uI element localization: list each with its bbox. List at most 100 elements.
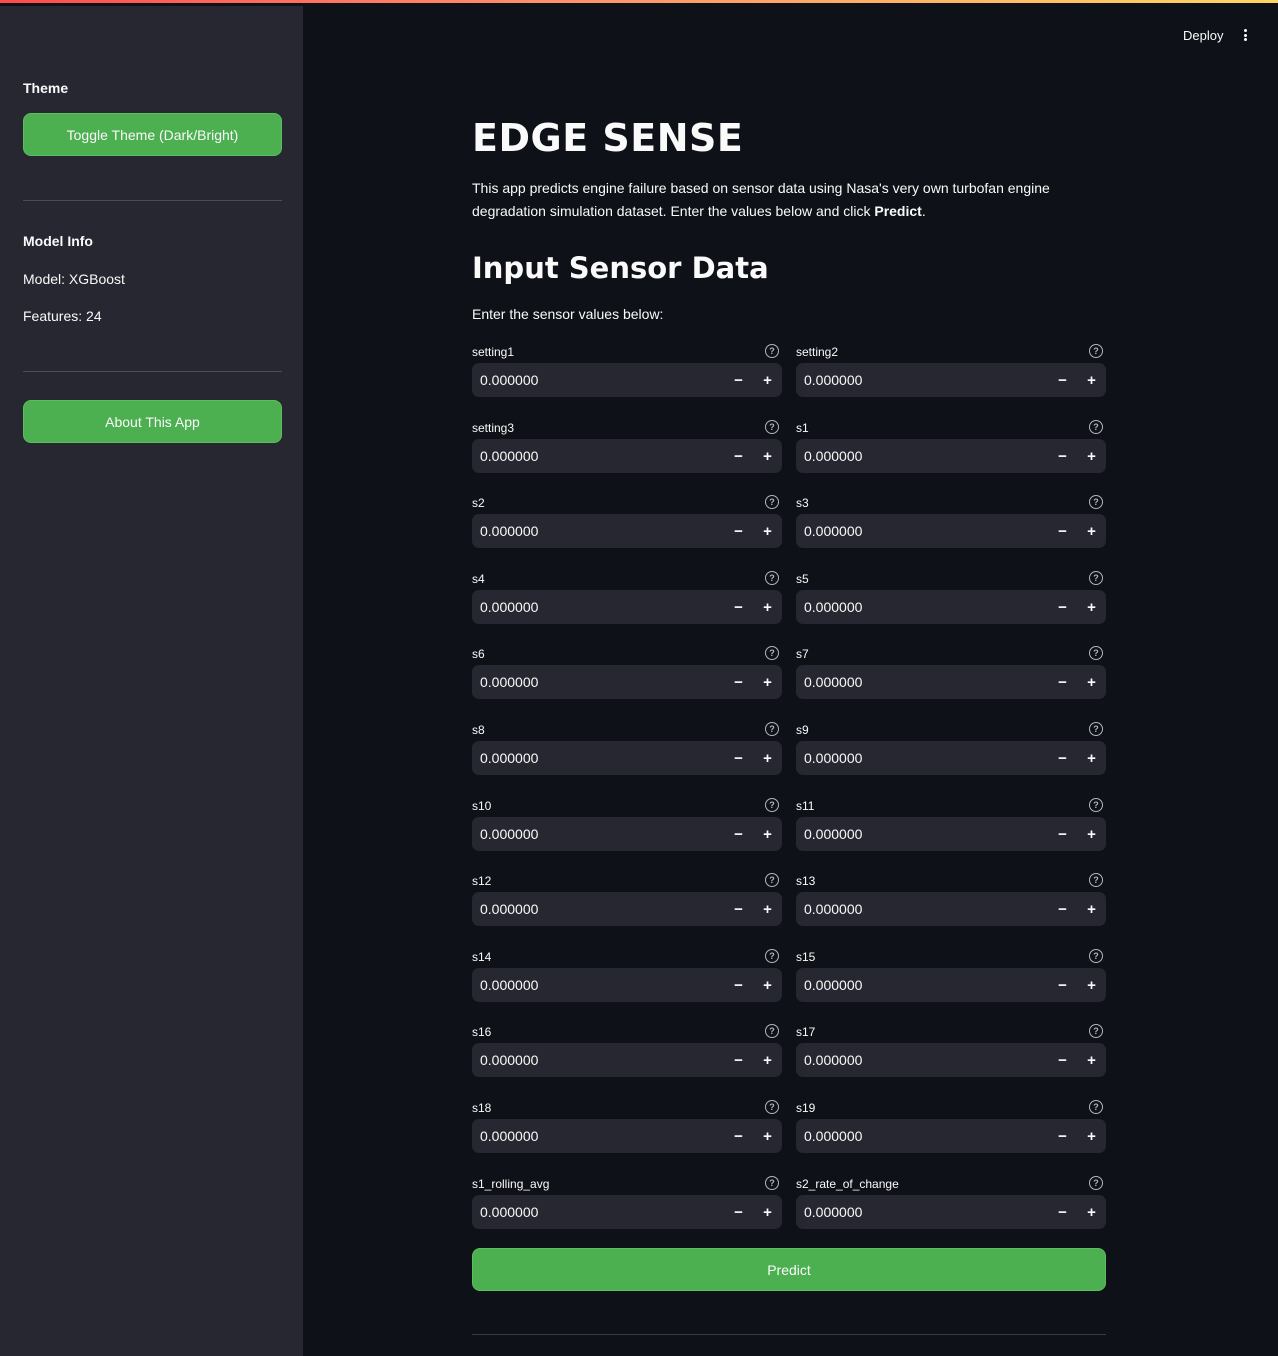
increment-button[interactable]: + (753, 968, 782, 1002)
help-icon[interactable]: ? (765, 1176, 779, 1190)
increment-button[interactable]: + (1077, 892, 1106, 926)
increment-button[interactable]: + (1077, 817, 1106, 851)
increment-button[interactable]: + (753, 665, 782, 699)
decrement-button[interactable]: − (1048, 514, 1077, 548)
decrement-button[interactable]: − (724, 817, 753, 851)
toggle-theme-button[interactable]: Toggle Theme (Dark/Bright) (23, 113, 282, 156)
number-input-value[interactable] (796, 1128, 1048, 1144)
number-input-value[interactable] (472, 1128, 724, 1144)
help-icon[interactable]: ? (765, 495, 779, 509)
decrement-button[interactable]: − (1048, 968, 1077, 1002)
number-input-value[interactable] (796, 448, 1048, 464)
decrement-button[interactable]: − (724, 1119, 753, 1153)
increment-button[interactable]: + (753, 514, 782, 548)
increment-button[interactable]: + (1077, 439, 1106, 473)
increment-button[interactable]: + (1077, 665, 1106, 699)
help-icon[interactable]: ? (765, 949, 779, 963)
help-icon[interactable]: ? (765, 1024, 779, 1038)
help-icon[interactable]: ? (1089, 873, 1103, 887)
number-input-value[interactable] (796, 1204, 1048, 1220)
decrement-button[interactable]: − (1048, 817, 1077, 851)
decrement-button[interactable]: − (724, 1195, 753, 1229)
increment-button[interactable]: + (753, 1119, 782, 1153)
number-input-value[interactable] (796, 523, 1048, 539)
number-input-value[interactable] (472, 523, 724, 539)
help-icon[interactable]: ? (765, 798, 779, 812)
help-icon[interactable]: ? (1089, 949, 1103, 963)
number-input-value[interactable] (796, 372, 1048, 388)
number-input-value[interactable] (472, 826, 724, 842)
decrement-button[interactable]: − (724, 1043, 753, 1077)
help-icon[interactable]: ? (765, 1100, 779, 1114)
increment-button[interactable]: + (753, 439, 782, 473)
number-input-value[interactable] (472, 977, 724, 993)
number-input-value[interactable] (472, 1204, 724, 1220)
increment-button[interactable]: + (1077, 363, 1106, 397)
number-input-value[interactable] (796, 599, 1048, 615)
help-icon[interactable]: ? (765, 722, 779, 736)
number-input-value[interactable] (472, 372, 724, 388)
increment-button[interactable]: + (1077, 968, 1106, 1002)
decrement-button[interactable]: − (724, 439, 753, 473)
help-icon[interactable]: ? (1089, 1176, 1103, 1190)
help-icon[interactable]: ? (765, 646, 779, 660)
decrement-button[interactable]: − (1048, 363, 1077, 397)
decrement-button[interactable]: − (1048, 1119, 1077, 1153)
increment-button[interactable]: + (753, 892, 782, 926)
kebab-menu-icon[interactable] (1240, 27, 1250, 43)
number-input-value[interactable] (472, 901, 724, 917)
help-icon[interactable]: ? (765, 344, 779, 358)
decrement-button[interactable]: − (1048, 665, 1077, 699)
help-icon[interactable]: ? (1089, 1100, 1103, 1114)
decrement-button[interactable]: − (724, 892, 753, 926)
increment-button[interactable]: + (1077, 1195, 1106, 1229)
deploy-button[interactable]: Deploy (1183, 28, 1223, 43)
number-input-value[interactable] (796, 901, 1048, 917)
help-icon[interactable]: ? (1089, 344, 1103, 358)
number-input-value[interactable] (796, 826, 1048, 842)
help-icon[interactable]: ? (1089, 798, 1103, 812)
increment-button[interactable]: + (753, 363, 782, 397)
decrement-button[interactable]: − (1048, 1043, 1077, 1077)
decrement-button[interactable]: − (1048, 1195, 1077, 1229)
increment-button[interactable]: + (753, 590, 782, 624)
help-icon[interactable]: ? (1089, 722, 1103, 736)
increment-button[interactable]: + (753, 741, 782, 775)
help-icon[interactable]: ? (1089, 646, 1103, 660)
help-icon[interactable]: ? (1089, 1024, 1103, 1038)
increment-button[interactable]: + (1077, 514, 1106, 548)
help-icon[interactable]: ? (765, 420, 779, 434)
increment-button[interactable]: + (753, 1195, 782, 1229)
increment-button[interactable]: + (1077, 1119, 1106, 1153)
number-input-value[interactable] (796, 674, 1048, 690)
decrement-button[interactable]: − (1048, 741, 1077, 775)
predict-button[interactable]: Predict (472, 1248, 1106, 1291)
about-app-button[interactable]: About This App (23, 400, 282, 443)
number-input-value[interactable] (796, 750, 1048, 766)
decrement-button[interactable]: − (724, 741, 753, 775)
number-input-value[interactable] (796, 1052, 1048, 1068)
decrement-button[interactable]: − (1048, 590, 1077, 624)
number-input-value[interactable] (796, 977, 1048, 993)
decrement-button[interactable]: − (724, 665, 753, 699)
help-icon[interactable]: ? (765, 571, 779, 585)
decrement-button[interactable]: − (724, 590, 753, 624)
decrement-button[interactable]: − (1048, 892, 1077, 926)
help-icon[interactable]: ? (1089, 495, 1103, 509)
increment-button[interactable]: + (1077, 741, 1106, 775)
decrement-button[interactable]: − (724, 363, 753, 397)
decrement-button[interactable]: − (724, 968, 753, 1002)
decrement-button[interactable]: − (724, 514, 753, 548)
number-input-value[interactable] (472, 448, 724, 464)
number-input-value[interactable] (472, 674, 724, 690)
increment-button[interactable]: + (753, 817, 782, 851)
help-icon[interactable]: ? (1089, 571, 1103, 585)
number-input-value[interactable] (472, 599, 724, 615)
increment-button[interactable]: + (1077, 1043, 1106, 1077)
help-icon[interactable]: ? (1089, 420, 1103, 434)
number-input-value[interactable] (472, 1052, 724, 1068)
number-input-value[interactable] (472, 750, 724, 766)
help-icon[interactable]: ? (765, 873, 779, 887)
decrement-button[interactable]: − (1048, 439, 1077, 473)
increment-button[interactable]: + (1077, 590, 1106, 624)
